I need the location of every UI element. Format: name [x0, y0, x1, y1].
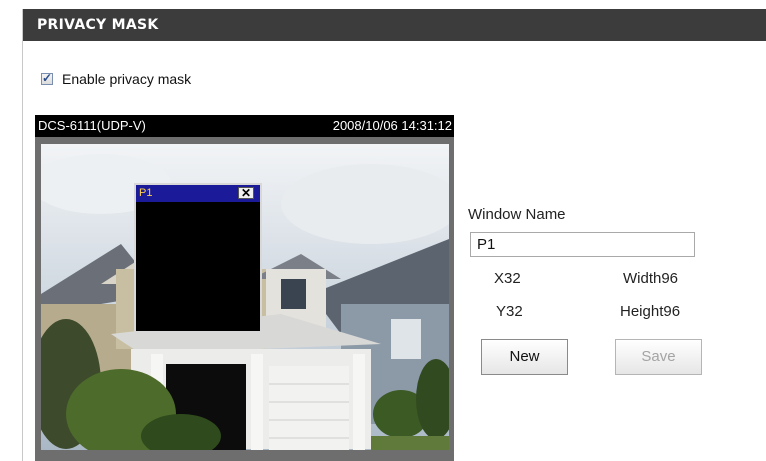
mask-window-titlebar[interactable]: P1 ✕	[136, 185, 260, 202]
x-coordinate: X32	[494, 270, 521, 287]
width-value: Width96	[623, 270, 679, 287]
height-value: Height96	[620, 303, 681, 320]
enable-privacy-mask-checkbox[interactable]	[41, 71, 53, 85]
camera-timestamp: 2008/10/06 14:31:12	[332, 118, 452, 133]
section-header: PRIVACY MASK	[23, 9, 766, 41]
camera-info-bar: DCS-6111(UDP-V) 2008/10/06 14:31:12	[35, 115, 454, 137]
y-coordinate: Y32	[496, 303, 523, 320]
enable-privacy-mask-row[interactable]: Enable privacy mask	[41, 71, 191, 87]
privacy-mask-window[interactable]: P1 ✕	[134, 183, 262, 333]
save-button[interactable]: Save	[615, 339, 702, 375]
privacy-mask-panel: PRIVACY MASK Enable privacy mask DCS-611…	[22, 9, 766, 461]
close-icon[interactable]: ✕	[238, 187, 254, 199]
enable-privacy-mask-label: Enable privacy mask	[62, 71, 192, 87]
mask-window-title: P1	[139, 187, 153, 199]
new-button[interactable]: New	[481, 339, 568, 375]
window-name-input[interactable]	[470, 232, 695, 257]
window-name-label: Window Name	[468, 206, 566, 223]
camera-name: DCS-6111(UDP-V)	[38, 118, 146, 133]
